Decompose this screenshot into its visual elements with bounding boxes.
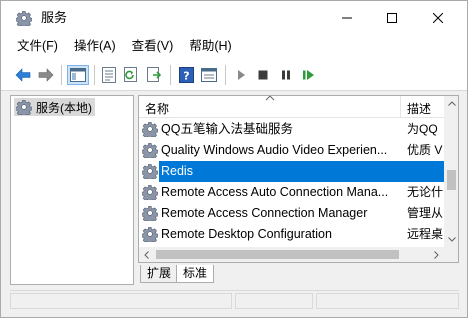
show-hide-tree-button[interactable] bbox=[67, 65, 89, 85]
svg-text:?: ? bbox=[183, 70, 189, 83]
back-icon bbox=[15, 68, 31, 82]
restart-service-icon bbox=[303, 70, 314, 80]
sort-ascending-icon bbox=[265, 96, 275, 101]
maximize-button[interactable] bbox=[369, 1, 415, 35]
menu-help[interactable]: 帮助(H) bbox=[185, 36, 235, 56]
horizontal-scrollbar[interactable] bbox=[139, 247, 444, 262]
export-list-button[interactable] bbox=[146, 66, 164, 84]
view-button[interactable] bbox=[200, 66, 218, 84]
stop-service-icon bbox=[258, 70, 268, 80]
menu-action[interactable]: 操作(A) bbox=[70, 36, 120, 56]
horizontal-scroll-thumb[interactable] bbox=[156, 250, 399, 259]
list-item[interactable]: Remote Access Auto Connection Mana... 无论… bbox=[139, 182, 444, 203]
service-name: Remote Desktop Configuration bbox=[161, 227, 332, 241]
pause-service-icon bbox=[282, 70, 290, 80]
minimize-icon bbox=[342, 17, 352, 19]
tab-extended[interactable]: 扩展 bbox=[140, 265, 179, 283]
list-item-selected[interactable]: Redis bbox=[139, 161, 444, 182]
close-button[interactable] bbox=[415, 1, 461, 35]
menu-bar: 文件(F) 操作(A) 查看(V) 帮助(H) bbox=[1, 35, 467, 57]
list-item[interactable]: QQ五笔输入法基础服务 为QQ bbox=[139, 119, 444, 140]
menu-file[interactable]: 文件(F) bbox=[13, 36, 62, 56]
refresh-icon bbox=[124, 67, 137, 82]
status-segment bbox=[10, 293, 232, 309]
list-header: 名称 描述 bbox=[139, 96, 444, 118]
chevron-down-icon bbox=[447, 237, 456, 242]
back-button[interactable] bbox=[14, 66, 32, 84]
service-name: Remote Access Connection Manager bbox=[161, 206, 368, 220]
service-name: Remote Access Auto Connection Mana... bbox=[161, 185, 389, 199]
view-icon bbox=[201, 68, 217, 82]
tab-standard[interactable]: 标准 bbox=[176, 265, 215, 283]
start-service-button[interactable] bbox=[232, 66, 250, 84]
chevron-up-icon bbox=[447, 101, 456, 106]
service-name: Quality Windows Audio Video Experien... bbox=[161, 143, 388, 157]
service-description: 为QQ bbox=[407, 122, 438, 136]
start-service-icon bbox=[238, 70, 245, 80]
column-header-name[interactable]: 名称 bbox=[145, 100, 169, 117]
column-header-description[interactable]: 描述 bbox=[407, 100, 431, 117]
maximize-icon bbox=[387, 13, 397, 23]
service-description: 管理从 bbox=[407, 206, 444, 220]
menu-view[interactable]: 查看(V) bbox=[128, 36, 178, 56]
minimize-button[interactable] bbox=[324, 1, 370, 35]
vertical-scrollbar[interactable] bbox=[444, 96, 458, 247]
scrollbar-corner bbox=[444, 247, 458, 262]
service-description: 远程桌 bbox=[407, 227, 444, 241]
services-list: 名称 描述 QQ五笔输入法基础服务 为QQ Quality Windows Au… bbox=[138, 95, 459, 263]
scroll-down-button[interactable] bbox=[444, 232, 458, 247]
title-bar[interactable]: 服务 bbox=[1, 1, 467, 35]
restart-service-button[interactable] bbox=[300, 66, 318, 84]
column-divider[interactable] bbox=[400, 96, 401, 118]
service-gear-icon bbox=[142, 184, 158, 200]
chevron-right-icon bbox=[434, 250, 439, 259]
show-hide-tree-icon bbox=[70, 68, 86, 82]
view-tabs: 扩展 标准 bbox=[138, 264, 459, 284]
service-description: 无论什 bbox=[407, 185, 444, 199]
close-icon bbox=[433, 13, 443, 23]
stop-service-button[interactable] bbox=[254, 66, 272, 84]
tree-item-label: 服务(本地) bbox=[36, 100, 92, 115]
service-name: QQ五笔输入法基础服务 bbox=[161, 122, 293, 136]
services-gear-icon bbox=[16, 99, 32, 115]
service-gear-icon bbox=[142, 205, 158, 221]
toolbar: ? bbox=[1, 57, 467, 91]
pause-service-button[interactable] bbox=[277, 66, 295, 84]
service-gear-icon bbox=[142, 163, 158, 179]
window-title: 服务 bbox=[41, 10, 68, 25]
scroll-right-button[interactable] bbox=[429, 247, 444, 262]
service-gear-icon bbox=[142, 142, 158, 158]
tree-pane: 服务(本地) bbox=[10, 95, 134, 285]
help-button[interactable]: ? bbox=[177, 66, 195, 84]
list-item[interactable]: Remote Access Connection Manager 管理从 bbox=[139, 203, 444, 224]
service-gear-icon bbox=[142, 121, 158, 137]
service-description: 优质 V bbox=[407, 143, 443, 157]
list-item[interactable]: Quality Windows Audio Video Experien... … bbox=[139, 140, 444, 161]
forward-button[interactable] bbox=[37, 66, 55, 84]
properties-icon bbox=[102, 67, 116, 83]
scroll-up-button[interactable] bbox=[444, 96, 458, 111]
vertical-scroll-thumb[interactable] bbox=[447, 170, 456, 190]
properties-button[interactable] bbox=[100, 66, 118, 84]
export-list-icon bbox=[147, 67, 162, 82]
chevron-left-icon bbox=[144, 250, 149, 259]
services-gear-icon bbox=[16, 10, 32, 26]
status-segment bbox=[316, 293, 459, 309]
services-window: 服务 文件(F) 操作(A) 查看(V) 帮助(H) ? 服务(本地) 名称 描… bbox=[0, 0, 468, 318]
refresh-button[interactable] bbox=[123, 66, 141, 84]
scroll-left-button[interactable] bbox=[139, 247, 154, 262]
status-bar bbox=[10, 290, 459, 310]
help-icon: ? bbox=[178, 67, 194, 83]
forward-icon bbox=[38, 68, 54, 82]
status-segment bbox=[235, 293, 313, 309]
service-name: Redis bbox=[161, 164, 193, 178]
tree-item-services-local[interactable]: 服务(本地) bbox=[14, 98, 95, 116]
list-item[interactable]: Remote Desktop Configuration 远程桌 bbox=[139, 224, 444, 245]
service-gear-icon bbox=[142, 226, 158, 242]
